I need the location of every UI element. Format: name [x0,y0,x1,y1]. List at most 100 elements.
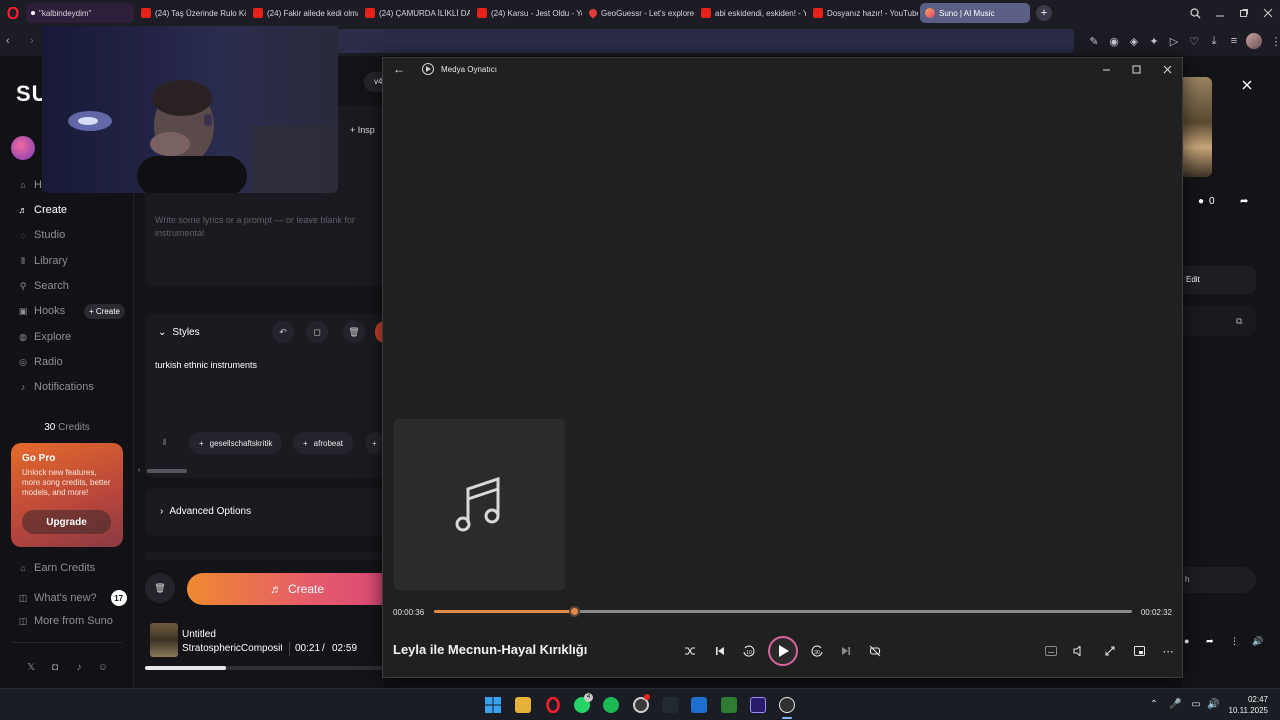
media-player-taskbar-icon[interactable] [779,697,795,713]
x-icon[interactable]: 𝕏 [25,662,37,674]
instagram-icon[interactable]: ◘ [49,662,61,674]
forward-icon[interactable]: › [30,35,34,47]
opera-logo-icon[interactable] [0,0,26,26]
style-chip[interactable]: + [366,432,383,454]
microphone-icon[interactable]: 🎤 [1169,699,1181,711]
shuffle-icon[interactable] [679,640,701,662]
comment-icon[interactable]: ● [1184,636,1189,646]
nav-radio[interactable]: ◎ Radio [18,356,63,368]
start-icon[interactable] [485,697,501,713]
file-explorer-icon[interactable] [515,697,531,713]
browser-tab[interactable]: (24) Taş Üzerinde Rulo Köf [136,3,246,23]
new-tab-button[interactable]: + [1036,5,1052,21]
minimize-icon[interactable] [1208,0,1232,26]
now-playing-artist[interactable]: StratosphericCompositio [182,643,282,654]
premiere-icon[interactable] [750,697,766,713]
search-box[interactable]: h [1182,567,1256,593]
advanced-options-toggle[interactable]: › Advanced Options [160,506,251,517]
mini-player-icon[interactable] [1128,640,1150,662]
nav-studio[interactable]: ◌ Studio [18,229,65,241]
more-vertical-icon[interactable]: ⋮ [1268,33,1280,49]
fullscreen-icon[interactable] [1099,640,1121,662]
nav-create[interactable]: ♬ Create [18,204,68,216]
close-icon[interactable] [1256,0,1280,26]
volume-icon[interactable] [1068,640,1090,662]
upgrade-button[interactable]: Upgrade [22,510,111,534]
snapshot-icon[interactable]: ✎ [1086,33,1102,49]
now-playing-thumbnail[interactable] [150,623,178,657]
nav-whats-new[interactable]: ◫ What's new? 17 [18,590,127,606]
tiktok-icon[interactable]: ♪ [73,662,85,674]
style-chip[interactable]: + gesellschaftskritik [189,432,283,454]
display-icon[interactable]: ▭ [1190,699,1202,711]
play-button[interactable] [768,636,798,666]
undo-icon[interactable]: ↶ [272,321,294,343]
back-arrow-icon[interactable]: ← [393,62,405,76]
player-icon[interactable]: ▷ [1166,33,1182,49]
horizontal-scrollbar[interactable] [147,469,187,473]
hooks-create-button[interactable]: + Create [84,304,125,319]
browser-tab[interactable]: (24) ÇAMURDA İLİKLİ DAN [360,3,470,23]
back-icon[interactable]: ‹ [6,35,10,47]
nav-hooks[interactable]: ▣ Hooks [18,305,65,317]
terminal-icon[interactable] [662,697,678,713]
styles-input[interactable]: turkish ethnic instruments [155,360,257,370]
app-icon[interactable] [721,697,737,713]
library-icon[interactable]: ⫴ [163,438,166,448]
forward-30-icon[interactable]: 30 [806,640,828,662]
user-avatar[interactable] [11,136,35,160]
browser-tab[interactable]: abi eskidendi, eskiden! - Y [696,3,806,23]
styles-toggle[interactable]: ⌄ Styles [158,327,200,338]
lyrics-input[interactable]: Write some lyrics or a prompt — or leave… [155,214,365,240]
browser-tab[interactable]: Dosyanız hazır! - YouTube [808,3,918,23]
create-button[interactable]: ♬ Create [187,573,407,605]
share-icon[interactable]: ➦ [1206,636,1214,647]
shield-icon[interactable]: ◈ [1126,33,1142,49]
share-icon[interactable]: ➦ [1240,196,1248,207]
system-clock[interactable]: 02:47 10.11.2025 [1229,694,1268,716]
heart-icon[interactable]: ♡ [1186,33,1202,49]
outlook-icon[interactable] [691,697,707,713]
restore-icon[interactable] [1232,0,1256,26]
minimize-icon[interactable] [1091,58,1121,80]
nav-earn-credits[interactable]: ⌂ Earn Credits [18,562,95,574]
tab-search-icon[interactable] [1183,0,1207,26]
nav-library[interactable]: ⫴ Library [18,255,68,267]
next-icon[interactable] [835,640,857,662]
nav-more-from-suno[interactable]: ◫ More from Suno [18,615,113,627]
menu-icon[interactable]: ≡ [1226,33,1242,49]
extensions-icon[interactable]: ✦ [1146,33,1162,49]
profile-avatar[interactable] [1246,33,1262,49]
seek-bar[interactable] [434,606,1132,617]
trash-icon[interactable]: 🗑 [343,321,365,343]
browser-tab[interactable]: (24) Karsu - Jest Oldu - Yo [472,3,582,23]
browser-tab[interactable]: (24) Fakir ailede kedi olma [248,3,358,23]
seek-thumb[interactable] [568,606,580,617]
inspo-button[interactable]: + Insp [350,125,375,135]
more-options-icon[interactable]: ⋯ [1157,640,1179,662]
download-icon[interactable]: ⤓ [1206,33,1222,49]
browser-tab[interactable]: "kalbindeydim" [26,3,134,23]
maximize-icon[interactable] [1121,58,1151,80]
spotify-icon[interactable] [603,697,619,713]
more-vertical-icon[interactable]: ⋮ [1230,636,1239,647]
close-panel-icon[interactable] [1242,80,1256,94]
copy-icon[interactable]: ◻ [306,321,328,343]
player-progress-bar[interactable] [145,666,385,670]
comments-button[interactable]: ● 0 [1198,196,1215,207]
clear-button[interactable]: 🗑 [145,573,175,603]
repeat-off-icon[interactable] [864,640,886,662]
nav-search[interactable]: ⚲ Search [18,280,69,292]
browser-tab[interactable]: Suno | AI Music [920,3,1030,23]
previous-icon[interactable] [709,640,731,662]
scroll-left-icon[interactable]: ‹ [138,467,140,474]
camera-icon[interactable]: ◉ [1106,33,1122,49]
style-chip[interactable]: + afrobeat [293,432,354,454]
rewind-10-icon[interactable]: 10 [738,640,760,662]
copy-icon[interactable]: ⧉ [1236,316,1242,327]
browser-tab[interactable]: GeoGuessr - Let's explore [584,3,694,23]
edit-button[interactable]: Edit [1182,266,1256,294]
opera-icon[interactable] [545,697,561,713]
nav-explore[interactable]: ◍ Explore [18,331,71,343]
close-icon[interactable] [1152,58,1182,80]
